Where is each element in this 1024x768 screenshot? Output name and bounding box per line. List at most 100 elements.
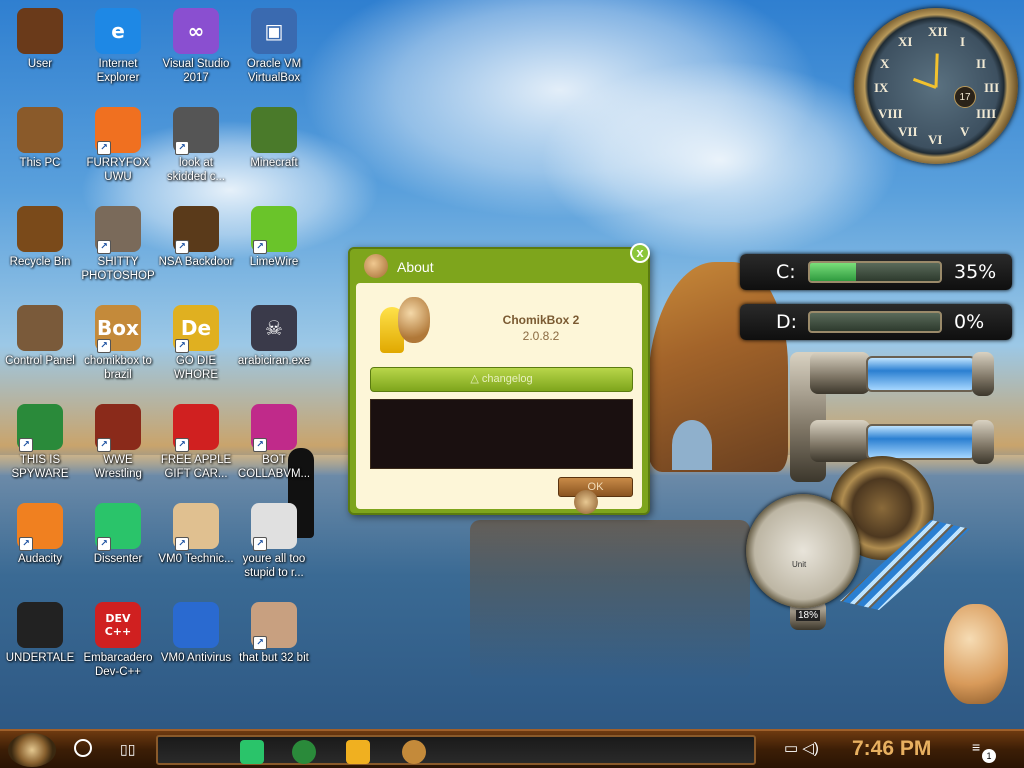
desktop-icon[interactable]: Control Panel — [0, 301, 80, 393]
system-tray-icons[interactable]: ▭ ◁) — [784, 739, 819, 757]
desktop-icon[interactable]: ☠ arabiciran.exe — [234, 301, 314, 393]
chomikbox-logo-icon — [376, 297, 432, 355]
desktop-icon-label: Audacity — [17, 553, 63, 565]
desktop-icon-label: SHITTY PHOTOSHOP — [81, 256, 155, 282]
shortcut-arrow-icon: ↗ — [175, 339, 189, 353]
desktop-icon[interactable]: ↗ SHITTY PHOTOSHOP — [78, 202, 158, 294]
desktop-icon[interactable]: ∞ Visual Studio 2017 — [156, 4, 236, 96]
desktop-icon[interactable]: ↗ WWE Wrestling — [78, 400, 158, 492]
start-button[interactable] — [8, 733, 56, 767]
skull-icon: ☠ — [251, 305, 297, 351]
desktop-icon[interactable]: ↗ Audacity — [0, 499, 80, 591]
desktop-icon[interactable]: ↗ LimeWire — [234, 202, 314, 294]
dialog-body: ChomikBox 2 2.0.8.2 △ changelog OK — [356, 283, 642, 509]
taskbar-apps — [156, 735, 756, 765]
desktop-icon[interactable]: ↗ youre all too stupid to r... — [234, 499, 314, 591]
edge-browser-icon: e — [95, 8, 141, 54]
about-dialog: About x ChomikBox 2 2.0.8.2 △ changelog … — [348, 243, 650, 515]
dialog-titlebar[interactable]: About — [350, 249, 648, 283]
control-panel-icon — [17, 305, 63, 351]
desktop-icon[interactable]: e Internet Explorer — [78, 4, 158, 96]
desktop-icon[interactable]: DEV C++ Embarcadero Dev-C++ — [78, 598, 158, 690]
chrome-icon: ↗ — [17, 404, 63, 452]
hamster-mascot — [944, 604, 1008, 704]
clock-numeral: II — [976, 56, 987, 71]
disk-letter: C: — [776, 261, 796, 283]
limewire-icon: ↗ — [251, 206, 297, 254]
visual-studio-icon: ∞ — [173, 8, 219, 54]
app-name: ChomikBox 2 — [502, 313, 580, 327]
shortcut-arrow-icon: ↗ — [97, 339, 111, 353]
desktop-icon[interactable]: ↗ VM0 Technic... — [156, 499, 236, 591]
desktop-icon[interactable]: De ↗ GO DIE WHORE — [156, 301, 236, 393]
apple-icon: ↗ — [173, 404, 219, 452]
desktop-icon-label: Dissenter — [93, 553, 143, 565]
taskbar-clock[interactable]: 7:46 PM — [852, 737, 931, 761]
dissenter-taskbar-icon[interactable] — [240, 740, 264, 764]
desktop-icon-label: Minecraft — [250, 157, 298, 169]
gimp-icon: ↗ — [95, 206, 141, 254]
hamster-icon — [364, 254, 388, 278]
changelog-button[interactable]: △ changelog — [370, 367, 633, 392]
gauge-label: Unit — [792, 560, 807, 569]
disk-usage-fill — [810, 263, 856, 281]
desktop-icon[interactable]: ↗ Dissenter — [78, 499, 158, 591]
dialog-title: About — [397, 259, 434, 275]
chomikbox-icon: Box ↗ — [95, 305, 141, 353]
audacity-icon: ↗ — [17, 503, 63, 551]
desktop-icon[interactable]: Minecraft — [234, 103, 314, 195]
desktop-icon[interactable]: Recycle Bin — [0, 202, 80, 294]
desktop-icon-label: LimeWire — [249, 256, 299, 268]
devcpp-icon: DEV C++ — [95, 602, 141, 648]
clock-numeral: I — [960, 34, 966, 49]
gauge-readout: 18% — [796, 610, 821, 621]
task-view-icon[interactable]: ▯▯ — [120, 741, 140, 757]
disk-usage-bar — [808, 311, 942, 333]
chrome-taskbar-icon[interactable] — [292, 740, 316, 764]
file-explorer-taskbar-icon[interactable] — [346, 740, 370, 764]
search-circle-icon[interactable] — [74, 739, 92, 757]
desktop-icon[interactable]: ↗ FURRYFOX UWU — [78, 103, 158, 195]
clock-date: 17 — [954, 86, 976, 108]
close-button[interactable]: x — [630, 243, 650, 263]
chomikbox-taskbar-icon[interactable] — [402, 740, 426, 764]
hamster-cursor-icon — [574, 490, 598, 514]
notification-badge: 1 — [982, 749, 996, 763]
dimension-app-icon: De ↗ — [173, 305, 219, 353]
desktop-icon[interactable]: UNDERTALE — [0, 598, 80, 690]
shortcut-arrow-icon: ↗ — [97, 537, 111, 551]
shortcut-arrow-icon: ↗ — [175, 240, 189, 254]
desktop-icon[interactable]: ↗ that but 32 bit — [234, 598, 314, 690]
desktop-icon-label: FREE APPLE GIFT CAR... — [160, 454, 232, 480]
close-icon: x — [636, 245, 644, 260]
oven-icon: ↗ — [95, 404, 141, 452]
desktop-icon[interactable]: ↗ FREE APPLE GIFT CAR... — [156, 400, 236, 492]
shortcut-arrow-icon: ↗ — [253, 240, 267, 254]
taskbar: ▯▯ ▭ ◁) 7:46 PM ≡ 1 — [0, 729, 1024, 768]
shortcut-arrow-icon: ↗ — [175, 141, 189, 155]
clock-numeral: VIII — [878, 106, 903, 121]
gramophone-icon: ↗ — [173, 206, 219, 254]
clock-numeral: III — [984, 80, 1000, 95]
desktop-icon-label: WWE Wrestling — [94, 454, 142, 480]
shortcut-arrow-icon: ↗ — [253, 636, 267, 650]
technician-icon: ↗ — [173, 503, 219, 551]
clock-numeral: IX — [874, 80, 889, 95]
desktop-icon[interactable]: This PC — [0, 103, 80, 195]
desktop-icon[interactable]: ↗ THIS IS SPYWARE — [0, 400, 80, 492]
disk-percent: 0% — [954, 311, 985, 333]
desktop-icon[interactable]: Box ↗ chomikbox to brazil — [78, 301, 158, 393]
desktop-icon[interactable]: VM0 Antivirus — [156, 598, 236, 690]
shortcut-arrow-icon: ↗ — [253, 438, 267, 452]
desktop-icon[interactable]: ↗ NSA Backdoor — [156, 202, 236, 294]
desktop-icon-label: NSA Backdoor — [158, 256, 234, 268]
desktop-icon[interactable]: ▣ Oracle VM VirtualBox — [234, 4, 314, 96]
recycle-bin-icon — [17, 206, 63, 252]
desktop-icon[interactable]: User — [0, 4, 80, 96]
desktop-icon[interactable]: ↗ BOT COLLABVM... — [234, 400, 314, 492]
desktop-icon-label: Recycle Bin — [9, 256, 71, 268]
clock-numeral: IIII — [976, 106, 997, 121]
clock-numeral: VII — [898, 124, 918, 139]
shortcut-arrow-icon: ↗ — [97, 141, 111, 155]
desktop-icon[interactable]: ↗ look at skidded c... — [156, 103, 236, 195]
